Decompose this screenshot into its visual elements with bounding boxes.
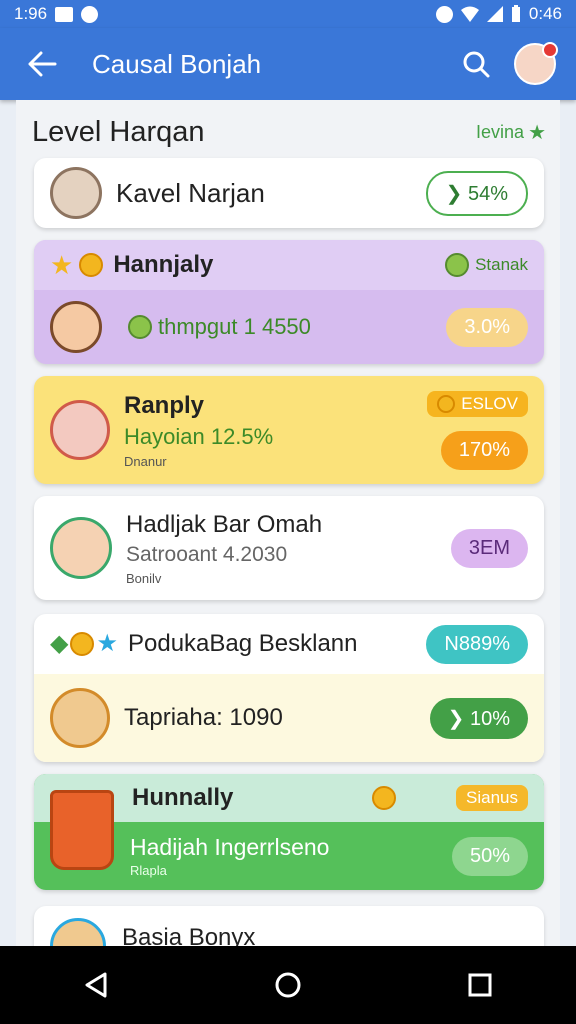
battery-icon [511, 5, 520, 22]
star-icon: ★ [528, 121, 546, 144]
nav-back-button[interactable] [64, 953, 128, 1017]
tag-label: ESLOV [461, 393, 518, 413]
coin-icon [70, 632, 95, 656]
progress-badge: 3.0% [446, 307, 528, 347]
avatar [50, 517, 112, 579]
sub-progress-badge: ❯ 10% [429, 697, 528, 739]
app-bar: Causal Bonjah [0, 28, 576, 100]
gem-icon: ◆ [50, 630, 69, 657]
search-icon [463, 51, 490, 78]
level-card[interactable]: ◆ ★ PodukaBag Besklann N889% Tapriaha: 1… [34, 614, 544, 762]
basket-icon [50, 790, 114, 870]
alarm-icon [435, 5, 453, 23]
system-nav-bar [0, 946, 576, 1024]
circle-home-icon [275, 972, 301, 998]
sub-card: Tapriaha: 1090 ❯ 10% [34, 674, 544, 762]
star-icon: ★ [96, 630, 118, 657]
card-value: Hayoian 12.5% [124, 423, 274, 449]
card-value: Hadijah Ingerrlseno [130, 834, 330, 860]
level-card[interactable]: Hunnally Sianus Hadijah Ingerrlseno Rlap… [34, 774, 544, 890]
coin-icon [79, 253, 104, 277]
card-name: Basia Bonyx [122, 924, 256, 946]
sub-card-name: Tapriaha: 1090 [124, 704, 283, 731]
coin-icon [445, 253, 470, 277]
card-text: Hadijah Ingerrlseno Rlapla [130, 834, 329, 878]
notification-icon [55, 6, 74, 22]
header-link[interactable]: Ievina ★ [476, 122, 546, 143]
tag-label: Stanak [475, 255, 528, 274]
coin-icon [372, 786, 397, 810]
laptop-icon [50, 167, 102, 219]
progress-badge: 50% [451, 836, 528, 876]
arrow-right-icon: ❯ [447, 707, 470, 730]
nav-recents-button[interactable] [448, 953, 512, 1017]
progress-badge: ❯ 54% [425, 170, 528, 216]
header-link-label: Ievina [476, 122, 525, 142]
card-caption: Rlapla [130, 863, 167, 878]
avatar [50, 301, 102, 353]
arrow-right-icon: ❯ [445, 182, 468, 205]
badge-value: 54% [467, 182, 508, 205]
card-name: Ranply [124, 391, 205, 419]
card-name: PodukaBag Besklann [127, 630, 358, 657]
status-time-right: 0:46 [528, 4, 562, 23]
app-title: Causal Bonjah [92, 48, 262, 79]
card-tag: Stanak [445, 253, 528, 277]
avatar [50, 400, 110, 460]
level-panel: Level Harqan Ievina ★ Kavel Narjan ❯ 54%… [16, 100, 560, 946]
progress-badge: N889% [426, 624, 528, 664]
app-notification-icon [81, 5, 99, 23]
search-button[interactable] [454, 42, 498, 86]
status-time-left: 1:96 [14, 4, 48, 23]
card-name: Kavel Narjan [116, 177, 265, 208]
level-card[interactable]: Kavel Narjan ❯ 54% [34, 158, 544, 228]
level-card[interactable]: Basia Bonyx [34, 906, 544, 946]
notification-badge-icon [542, 42, 558, 58]
card-caption: Bonilv [126, 570, 162, 586]
coin-icon [437, 394, 456, 413]
status-bar: 1:96 0:46 [0, 0, 576, 28]
progress-badge: 3EM [450, 528, 528, 568]
card-right: ESLOV 170% [427, 390, 528, 470]
nav-home-button[interactable] [256, 953, 320, 1017]
badge-value: 10% [469, 707, 510, 730]
coin-icon [128, 315, 152, 339]
star-icon: ★ [50, 250, 74, 280]
card-name: Hadljak Bar Omah [126, 510, 323, 538]
card-value: thmpgut 1 4550 [158, 314, 311, 339]
card-tag: Sianus [456, 785, 528, 811]
tag-label: Sianus [466, 788, 518, 807]
card-name: Hannjaly [113, 251, 214, 278]
card-name: Hunnally [132, 784, 234, 811]
card-text: Hadljak Bar Omah Satrooant 4.2030 Bonilv [126, 511, 322, 586]
signal-icon [486, 6, 503, 22]
arrow-left-icon [28, 51, 57, 77]
level-card[interactable]: ★ Hannjaly Stanak thmpgut 1 4550 3.0% [34, 240, 544, 364]
panel-header: Level Harqan Ievina ★ [32, 116, 546, 149]
card-text: Ranply Hayoian 12.5% Dnanur [124, 392, 273, 469]
card-value: Satrooant 4.2030 [126, 542, 288, 566]
page-title: Level Harqan [32, 116, 205, 148]
card-caption: Dnanur [124, 453, 167, 469]
card-tag: ESLOV [427, 390, 528, 417]
avatar [50, 688, 110, 748]
progress-badge: 170% [440, 430, 528, 470]
square-recents-icon [468, 973, 492, 997]
avatar [50, 918, 106, 946]
level-card[interactable]: Ranply Hayoian 12.5% Dnanur ESLOV 170% [34, 376, 544, 484]
level-card[interactable]: Hadljak Bar Omah Satrooant 4.2030 Bonilv… [34, 496, 544, 600]
triangle-back-icon [85, 972, 107, 998]
back-button[interactable] [20, 42, 64, 86]
wifi-icon [460, 6, 479, 22]
profile-avatar-button[interactable] [514, 42, 558, 85]
